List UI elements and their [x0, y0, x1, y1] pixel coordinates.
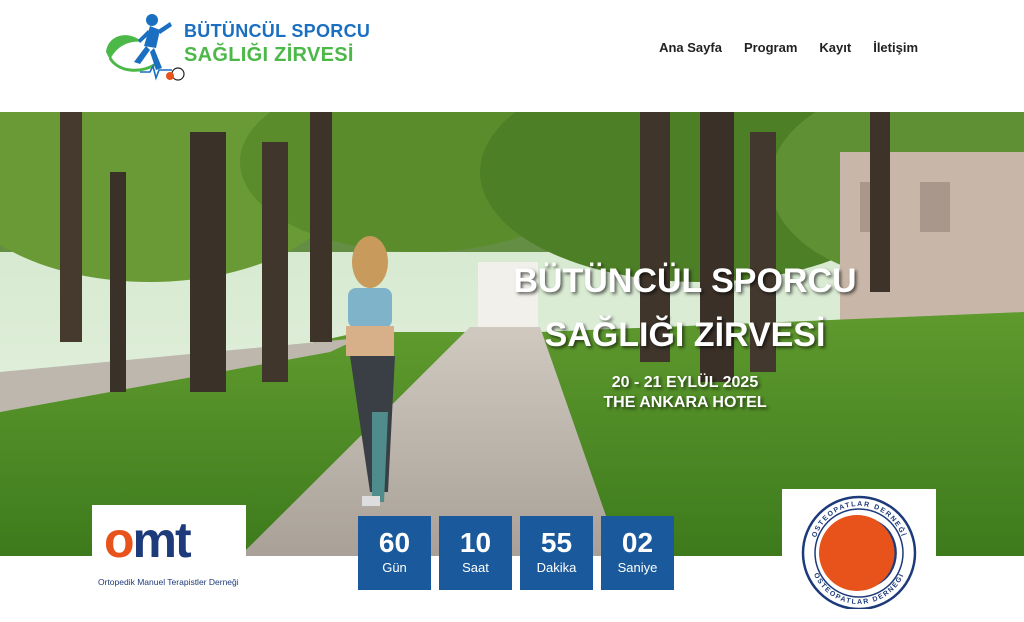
nav-registration[interactable]: Kayıt — [819, 40, 851, 55]
omt-letters-mt: mt — [132, 512, 192, 568]
omt-sponsor-logo[interactable]: omt Ortopedik Manuel Terapistler Derneği — [92, 505, 246, 593]
countdown-days: 60 Gün — [358, 516, 431, 590]
countdown-minutes-label: Dakika — [536, 560, 577, 575]
runner-logo-icon — [106, 14, 185, 81]
omt-letter-o: o — [104, 512, 135, 568]
countdown-hours-label: Saat — [462, 560, 489, 575]
nav-home[interactable]: Ana Sayfa — [659, 40, 722, 55]
logo-title-line1: BÜTÜNCÜL SPORCU — [184, 21, 371, 41]
osteopatlar-seal-icon: OSTEOPATLAR DERNEĞİ OSTEOPATLAR DERNEĞİ — [801, 495, 917, 611]
countdown-days-label: Gün — [382, 560, 407, 575]
nav-program[interactable]: Program — [744, 40, 797, 55]
countdown-minutes-value: 55 — [540, 527, 573, 558]
countdown-seconds-value: 02 — [621, 527, 654, 558]
hero-title-line2: SAĞLIĞI ZİRVESİ — [544, 316, 826, 354]
countdown-seconds: 02 Saniye — [601, 516, 674, 590]
countdown-minutes: 55 Dakika — [520, 516, 593, 590]
event-date: 20 - 21 EYLÜL 2025 — [611, 374, 759, 391]
main-nav: Ana Sayfa Program Kayıt İletişim — [659, 40, 918, 55]
omt-logo-letters: omt — [104, 512, 192, 568]
logo-title-line2: SAĞLIĞI ZİRVESİ — [184, 44, 354, 66]
countdown-hours: 10 Saat — [439, 516, 512, 590]
site-header: BÜTÜNCÜL SPORCU SAĞLIĞI ZİRVESİ Ana Sayf… — [0, 0, 1024, 112]
nav-contact[interactable]: İletişim — [873, 40, 918, 55]
omt-caption: Ortopedik Manuel Terapistler Derneği — [98, 577, 239, 587]
osteopatlar-sponsor-logo[interactable]: OSTEOPATLAR DERNEĞİ OSTEOPATLAR DERNEĞİ — [782, 489, 936, 611]
logo-text: BÜTÜNCÜL SPORCU SAĞLIĞI ZİRVESİ — [184, 22, 370, 65]
countdown-hours-value: 10 — [459, 527, 492, 558]
event-venue: THE ANKARA HOTEL — [603, 394, 767, 411]
countdown-seconds-label: Saniye — [617, 560, 658, 575]
hero-title-line1: BÜTÜNCÜL SPORCU — [513, 262, 857, 300]
countdown-timer: 60 Gün 10 Saat 55 Dakika 02 Saniye — [358, 516, 674, 590]
countdown-days-value: 60 — [378, 527, 411, 558]
